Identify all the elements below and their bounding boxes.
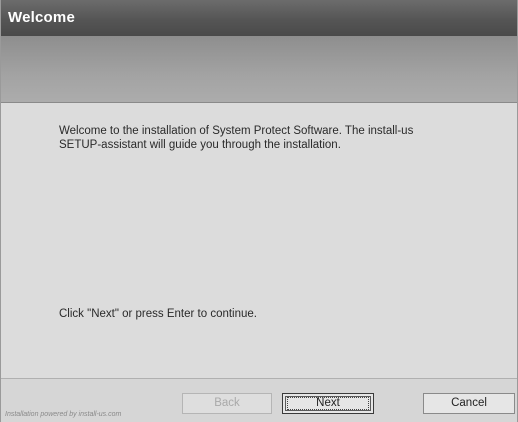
cancel-button-label: Cancel bbox=[451, 397, 487, 409]
back-button[interactable]: Back bbox=[182, 393, 272, 414]
welcome-message: Welcome to the installation of System Pr… bbox=[59, 124, 489, 152]
next-button[interactable]: Next bbox=[282, 393, 374, 414]
cancel-button[interactable]: Cancel bbox=[423, 393, 515, 414]
powered-by-text: Installation powered by install-us.com bbox=[5, 411, 122, 418]
next-button-label: Next bbox=[316, 397, 340, 409]
continue-instruction: Click "Next" or press Enter to continue. bbox=[59, 308, 257, 320]
welcome-message-line-1: Welcome to the installation of System Pr… bbox=[59, 125, 414, 137]
back-button-label: Back bbox=[214, 397, 240, 409]
installer-window: Welcome Welcome to the installation of S… bbox=[0, 0, 518, 422]
button-bar: Installation powered by install-us.com B… bbox=[1, 379, 517, 422]
header-banner bbox=[1, 36, 517, 103]
content-panel: Welcome to the installation of System Pr… bbox=[1, 103, 517, 379]
welcome-message-line-2: SETUP-assistant will guide you through t… bbox=[59, 139, 341, 151]
window-title: Welcome bbox=[1, 0, 517, 36]
